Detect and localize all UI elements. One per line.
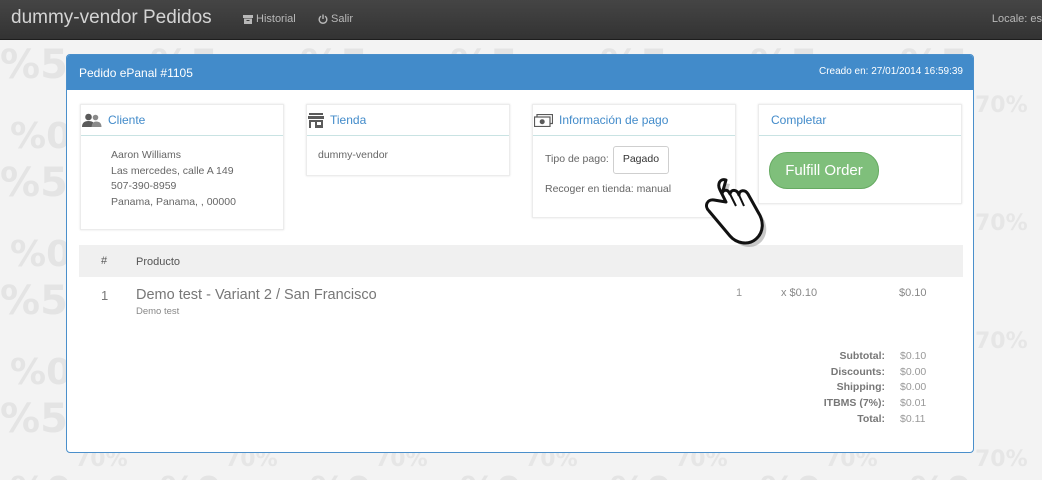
tax-row: ITBMS (7%): $0.01 — [767, 396, 927, 412]
subtotal-row: Subtotal: $0.10 — [767, 349, 927, 365]
product-quantity: 1 — [736, 287, 743, 299]
completar-header: Completar — [759, 105, 961, 136]
completar-card: Completar Fulfill Order — [758, 104, 962, 204]
store-name: dummy-vendor — [318, 149, 389, 161]
brand-title[interactable]: dummy-vendor Pedidos — [11, 7, 212, 29]
top-navbar: dummy-vendor Pedidos Historial Salir Loc… — [0, 0, 1042, 40]
column-product-header: Producto — [136, 256, 181, 268]
power-icon — [318, 14, 328, 24]
cliente-header: Cliente — [81, 105, 283, 136]
shipping-label: Shipping: — [836, 381, 885, 394]
archive-icon — [243, 14, 253, 24]
nav-historial-label: Historial — [256, 13, 296, 25]
product-variant: Demo test — [136, 306, 180, 317]
order-totals: Subtotal: $0.10 Discounts: $0.00 Shippin… — [767, 349, 927, 428]
tienda-heading: Tienda — [330, 113, 367, 127]
product-unit-price: x $0.10 — [781, 287, 818, 299]
discounts-value: $0.00 — [900, 365, 927, 378]
payment-status-button[interactable]: Pagado — [612, 146, 670, 174]
users-icon — [82, 113, 102, 127]
customer-name: Aaron Williams — [111, 149, 182, 161]
panel-heading: Pedido ePanal #1105 Creado en: 27/01/201… — [67, 55, 973, 90]
products-table-header: # Producto — [79, 245, 963, 277]
customer-phone: 507-390-8959 — [111, 180, 177, 192]
nav-historial-link[interactable]: Historial — [243, 13, 296, 25]
order-panel: Pedido ePanal #1105 Creado en: 27/01/201… — [66, 54, 974, 453]
subtotal-value: $0.10 — [900, 350, 927, 362]
column-number-header: # — [101, 255, 108, 267]
completar-heading: Completar — [771, 113, 827, 127]
payment-type-label: Tipo de pago: — [545, 153, 609, 165]
nav-salir-link[interactable]: Salir — [318, 13, 353, 25]
table-row: 1 Demo test - Variant 2 / San Francisco … — [79, 283, 963, 327]
nav-salir-label: Salir — [331, 13, 354, 25]
discounts-row: Discounts: $0.00 — [767, 365, 927, 381]
pointing-hand-icon — [705, 178, 767, 247]
row-number: 1 — [101, 288, 109, 303]
product-name: Demo test - Variant 2 / San Francisco — [136, 287, 377, 303]
order-title: Pedido ePanal #1105 — [79, 66, 193, 80]
shipping-value: $0.00 — [900, 381, 927, 394]
subtotal-label: Subtotal: — [839, 350, 886, 362]
shipping-row: Shipping: $0.00 — [767, 380, 927, 396]
tax-label: ITBMS (7%): — [823, 397, 885, 410]
product-line-total: $0.10 — [899, 287, 927, 299]
pago-heading: Información de pago — [559, 113, 669, 127]
total-value: $0.11 — [900, 412, 926, 425]
order-created-date: Creado en: 27/01/2014 16:59:39 — [818, 66, 963, 77]
pago-header: Información de pago — [533, 105, 735, 136]
money-icon — [534, 113, 553, 127]
customer-address: Las mercedes, calle A 149 — [111, 164, 234, 177]
tax-value: $0.01 — [900, 397, 927, 410]
locale-selector[interactable]: Locale: es — [992, 13, 1042, 25]
payment-type-row: Tipo de pago: Pagado — [545, 146, 735, 174]
total-label: Total: — [857, 412, 885, 425]
discounts-label: Discounts: — [830, 365, 885, 378]
cliente-details: Aaron Williams Las mercedes, calle A 149… — [81, 136, 283, 210]
total-row: Total: $0.11 — [767, 412, 926, 428]
store-icon — [308, 112, 324, 128]
tienda-card: Tienda dummy-vendor — [306, 104, 510, 176]
customer-city: Panama, Panama, , 00000 — [111, 195, 236, 208]
fulfill-order-button[interactable]: Fulfill Order — [769, 152, 879, 189]
cliente-card: Cliente Aaron Williams Las mercedes, cal… — [80, 104, 284, 230]
tienda-header: Tienda — [307, 105, 509, 136]
cliente-heading: Cliente — [108, 113, 146, 127]
tienda-details: dummy-vendor — [307, 136, 509, 164]
